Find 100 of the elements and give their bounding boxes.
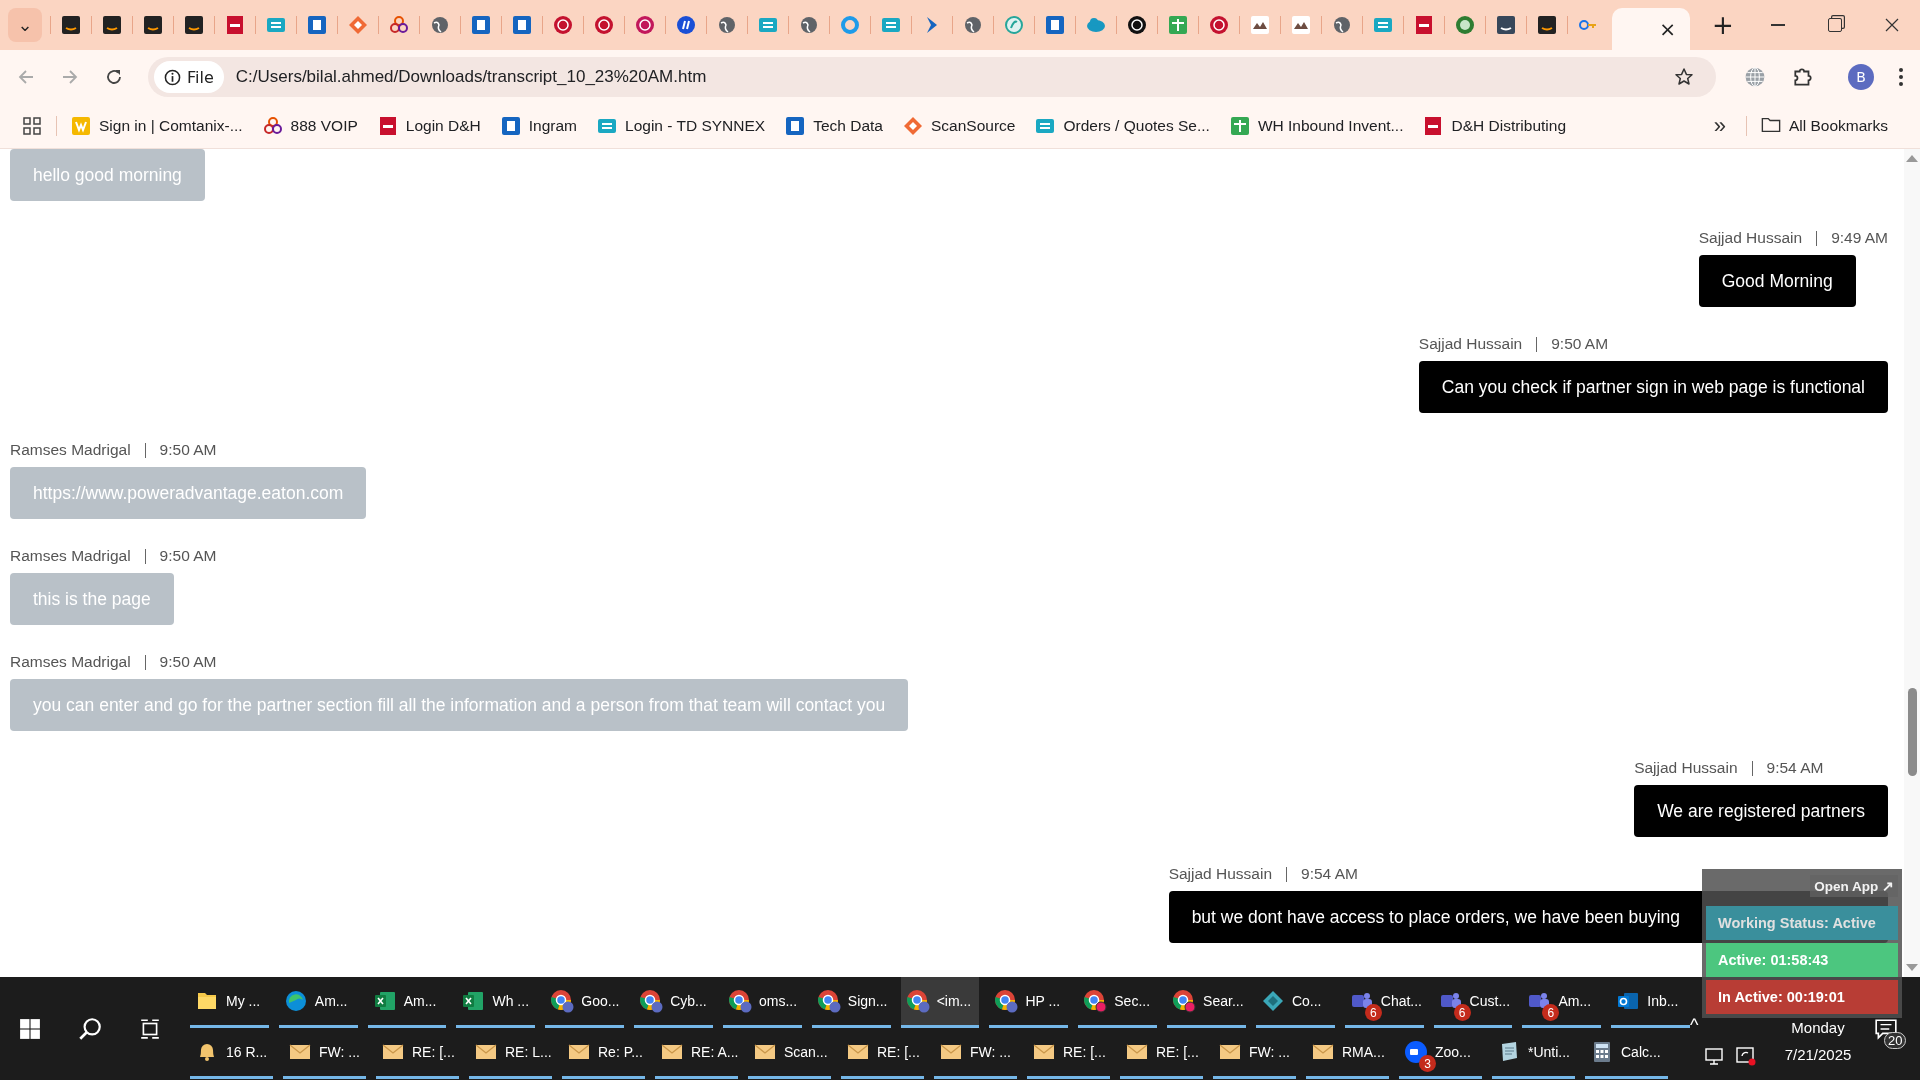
square-logo-icon [101, 15, 122, 35]
taskbar-button[interactable]: Cyb... [634, 977, 713, 1028]
new-tab-button[interactable]: + [1712, 12, 1734, 38]
taskbar-button[interactable]: Scan... [748, 1028, 831, 1079]
taskbar-button[interactable]: 3 Zoo... [1399, 1028, 1482, 1079]
square-logo-icon [1290, 15, 1311, 35]
taskbar-button[interactable]: 6 Chat... [1344, 977, 1424, 1028]
taskbar-button[interactable]: Re: P... [562, 1028, 645, 1079]
taskbar-button[interactable]: Calc... [1585, 1028, 1668, 1079]
more-bookmarks-button[interactable]: » [1713, 113, 1726, 139]
taskbar-button[interactable]: RE: [... [841, 1028, 924, 1079]
divider [1816, 230, 1818, 246]
square-logo-icon [183, 15, 204, 35]
taskbar-button[interactable]: <im... [900, 977, 980, 1028]
taskbar-button[interactable]: Sec... [1078, 977, 1158, 1028]
taskbar-button[interactable]: FW: ... [283, 1028, 366, 1079]
scroll-up-icon[interactable] [1906, 155, 1918, 162]
bookmark-item[interactable]: ScanSource [902, 116, 1016, 136]
taskbar-button[interactable]: RE: L... [469, 1028, 552, 1079]
puzzle-icon[interactable] [1792, 66, 1814, 88]
count-badge: 3 [1419, 1055, 1436, 1072]
sender-name: Sajjad Hussain [1168, 864, 1273, 884]
site-info-chip[interactable]: File [154, 61, 224, 93]
open-app-link[interactable]: Open App ↗ [1810, 875, 1898, 897]
bookmark-item[interactable]: Tech Data [785, 116, 883, 136]
task-view-icon[interactable] [139, 1017, 161, 1040]
reload-icon[interactable] [104, 67, 124, 87]
status-row: In Active: 00:19:01 [1706, 980, 1898, 1014]
bookmark-item[interactable]: Login - TD SYNNEX [597, 116, 766, 136]
taskbar-button[interactable]: RE: A... [655, 1028, 738, 1079]
taskbar-button[interactable]: 6 Am... [1522, 977, 1602, 1028]
taskbar-button[interactable]: RE: [... [376, 1028, 459, 1079]
close-icon[interactable] [1885, 18, 1899, 32]
taskbar-button[interactable]: 6 Cust... [1433, 977, 1513, 1028]
circle-logo-icon [675, 15, 696, 35]
taskbar-button[interactable]: FW: ... [1213, 1028, 1296, 1079]
star-icon[interactable] [1674, 67, 1694, 87]
circle-logo-icon [1208, 15, 1229, 35]
message-time: 9:50 AM [159, 440, 217, 460]
taskbar-button[interactable]: My ... [190, 977, 269, 1028]
clock-date[interactable]: 7/21/2025 [1784, 1045, 1852, 1063]
bookmark-item[interactable]: 888 VOIP [262, 116, 358, 136]
count-badge: 6 [1453, 1004, 1471, 1021]
windows-start-icon[interactable] [19, 1017, 41, 1040]
taskbar-button[interactable]: Sear... [1167, 977, 1246, 1028]
bookmark-item[interactable]: Login D&H [377, 116, 481, 136]
circle-logo-icon [634, 15, 655, 35]
taskbar-button[interactable]: 16 R... [190, 1028, 273, 1079]
globe-icon [429, 15, 450, 35]
bookmark-item[interactable]: Ingram [500, 116, 578, 136]
divider [1286, 866, 1288, 882]
taskbar-button[interactable]: Am... [278, 977, 358, 1028]
rings-icon [388, 15, 409, 35]
sender-name: Ramses Madrigal [10, 546, 131, 566]
taskbar-button[interactable]: RE: [... [1027, 1028, 1110, 1079]
clock-day[interactable]: Monday [1791, 1018, 1845, 1036]
taskbar-button[interactable]: Co... [1255, 977, 1335, 1028]
apps-grid-icon[interactable] [22, 116, 42, 136]
close-icon[interactable]: × [1659, 19, 1676, 39]
circle-logo-icon [593, 15, 614, 35]
show-hidden-icons-button[interactable]: ^ [1690, 1015, 1699, 1036]
taskbar-button[interactable]: Wh ... [456, 977, 536, 1028]
message-bubble: this is the page [10, 573, 174, 625]
taskbar-button[interactable]: Am... [367, 977, 447, 1028]
bookmark-item[interactable]: Orders / Quotes Se... [1035, 116, 1210, 136]
restore-icon[interactable] [1828, 18, 1842, 32]
browser-tab[interactable]: × [1612, 8, 1690, 50]
bookmark-item[interactable]: D&H Distributing [1423, 116, 1567, 136]
taskbar-button[interactable]: FW: ... [934, 1028, 1017, 1079]
sync-alert-icon[interactable] [1735, 1046, 1757, 1066]
all-bookmarks-button[interactable]: All Bookmarks [1760, 116, 1888, 136]
taskbar-button[interactable]: RMA... [1306, 1028, 1389, 1079]
divider [144, 548, 146, 564]
tab-search-button[interactable]: ⌄ [8, 8, 42, 42]
profile-avatar[interactable]: B [1848, 64, 1874, 90]
taskbar-button[interactable]: Sign... [811, 977, 891, 1028]
bookmark-item[interactable]: WH Inbound Invent... [1229, 116, 1404, 136]
scrollbar[interactable] [1904, 149, 1920, 977]
taskbar-button[interactable]: HP ... [989, 977, 1069, 1028]
diamond-logo-icon [902, 116, 923, 136]
menu-icon[interactable] [1898, 67, 1904, 87]
globe-icon[interactable] [1744, 66, 1766, 88]
taskbar-button[interactable]: oms... [722, 977, 802, 1028]
square-logo-icon [60, 15, 81, 35]
browser-icon [905, 989, 930, 1013]
circle-logo-icon [1454, 15, 1475, 35]
address-bar[interactable]: File C:/Users/bilal.ahmed/Downloads/transcript_10_23%20AM.htm [148, 57, 1716, 97]
bookmark-item[interactable]: Sign in | Comtanix-... [71, 116, 243, 136]
scroll-thumb[interactable] [1907, 688, 1917, 776]
divider [144, 654, 146, 670]
count-badge: 6 [1364, 1004, 1382, 1021]
square-logo-icon [511, 15, 532, 35]
monitor-icon[interactable] [1703, 1046, 1725, 1066]
taskbar-button[interactable]: *Unti... [1492, 1028, 1575, 1079]
search-icon[interactable] [77, 1015, 103, 1042]
taskbar-button[interactable]: RE: [... [1120, 1028, 1203, 1079]
square-logo-icon [265, 15, 286, 35]
taskbar-button[interactable]: Goo... [545, 977, 625, 1028]
taskbar-button[interactable]: Inb... [1611, 977, 1691, 1028]
square-logo-icon [1536, 15, 1557, 35]
